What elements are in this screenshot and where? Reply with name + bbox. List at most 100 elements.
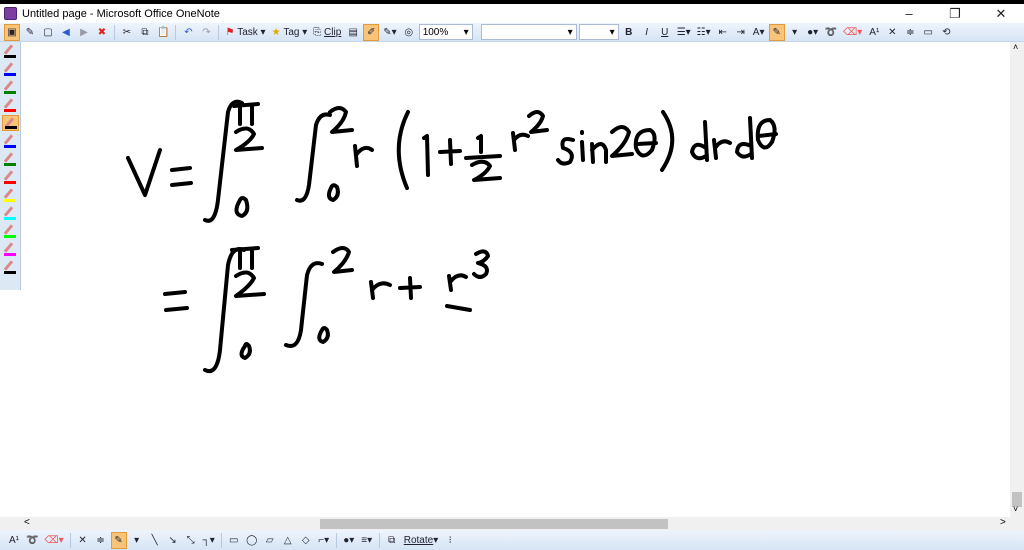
table-icon[interactable]: ▤: [345, 24, 361, 41]
page-view-icon[interactable]: ▣: [4, 23, 20, 41]
pen-swatch[interactable]: [2, 151, 19, 167]
note-canvas[interactable]: [21, 42, 1010, 517]
bullets-icon[interactable]: ☰▾: [675, 24, 693, 41]
pen-swatch[interactable]: [2, 79, 19, 95]
delete-page-icon[interactable]: ✖: [94, 24, 110, 41]
cut-icon[interactable]: ✂: [119, 24, 135, 41]
zoom-value: 100%: [422, 26, 449, 38]
paste-icon[interactable]: 📋: [155, 24, 171, 41]
horizontal-scrollbar[interactable]: < >: [0, 517, 1010, 530]
ink-frac: [464, 134, 502, 182]
zoom-select[interactable]: 100% ▾: [418, 24, 473, 40]
font-color-icon[interactable]: A▾: [751, 24, 767, 41]
bold-button[interactable]: B: [621, 24, 637, 41]
delete-icon[interactable]: ✕: [75, 532, 91, 549]
ink-to-text-icon[interactable]: ⟲: [938, 24, 954, 41]
pen-color-bar: [4, 163, 16, 166]
title-bar: Untitled page - Microsoft Office OneNote…: [0, 4, 1024, 23]
window-title: Untitled page - Microsoft Office OneNote: [22, 7, 220, 20]
pen-swatch[interactable]: [2, 241, 19, 257]
research-icon[interactable]: ◎: [401, 24, 417, 41]
forward-icon[interactable]: ▶: [76, 24, 92, 41]
underline-button[interactable]: U: [657, 24, 673, 41]
tag-button[interactable]: ★ Tag ▾: [270, 24, 310, 41]
undo-icon[interactable]: ↶: [180, 24, 196, 41]
font-select[interactable]: ▾: [480, 24, 577, 40]
pen-swatch[interactable]: [2, 205, 19, 221]
task-label: Task: [237, 26, 258, 38]
new-page-icon[interactable]: ▢: [40, 24, 56, 41]
horizontal-scroll-thumb[interactable]: [320, 519, 668, 529]
ink-integral: [284, 261, 324, 348]
double-arrow-icon[interactable]: ⤡: [183, 532, 199, 549]
pen-swatch[interactable]: [2, 223, 19, 239]
page-icon[interactable]: ▭: [920, 24, 936, 41]
parallelogram-icon[interactable]: ▱: [262, 532, 278, 549]
pen-swatch[interactable]: [2, 97, 19, 113]
scroll-left-arrow[interactable]: <: [24, 517, 30, 528]
triangle-icon[interactable]: △: [280, 532, 296, 549]
scroll-up-arrow[interactable]: ˄: [1013, 42, 1018, 52]
vertical-scrollbar[interactable]: ˄ ˅: [1010, 42, 1024, 530]
pen-swatch[interactable]: [2, 115, 19, 131]
rotate-button[interactable]: Rotate ▾: [402, 532, 441, 549]
redo-icon[interactable]: ↷: [198, 24, 214, 41]
ink-3: [472, 249, 490, 279]
copy-icon[interactable]: ⧉: [137, 24, 153, 41]
eraser-icon[interactable]: ⌫▾: [841, 24, 864, 41]
connector-icon[interactable]: ⌐▾: [316, 532, 332, 549]
ink-i: [580, 130, 585, 162]
minimize-button[interactable]: –: [886, 4, 932, 23]
back-icon[interactable]: ◀: [58, 24, 74, 41]
ink-d: [735, 116, 754, 160]
pen-swatch[interactable]: [2, 61, 19, 77]
task-button[interactable]: ⚑ Task ▾: [223, 24, 267, 41]
diamond-icon[interactable]: ◇: [298, 532, 314, 549]
rectangle-icon[interactable]: ▭: [226, 532, 242, 549]
pen-swatch[interactable]: [2, 43, 19, 59]
lasso-icon[interactable]: ➰: [24, 532, 40, 549]
pen-icon[interactable]: ✎: [110, 531, 127, 549]
clip-button[interactable]: ⎘ Clip: [311, 24, 343, 41]
pen-swatch[interactable]: [2, 133, 19, 149]
scroll-down-arrow[interactable]: ˅: [1013, 504, 1018, 514]
pen-icon: [3, 242, 14, 253]
toolbar-options-icon[interactable]: ⁝: [442, 532, 458, 549]
chevron-down-icon: ▾: [567, 26, 573, 38]
font-size-select[interactable]: ▾: [578, 24, 619, 40]
pin-icon[interactable]: ✎: [22, 24, 38, 41]
insert-space-icon[interactable]: ≑: [93, 532, 109, 549]
pen-color-icon[interactable]: ✎: [768, 23, 785, 41]
axis-icon[interactable]: ┐▾: [201, 532, 217, 549]
pen-color-bar: [4, 235, 16, 238]
scroll-right-arrow[interactable]: >: [1000, 517, 1006, 528]
chevron-down-icon[interactable]: ▾: [787, 24, 803, 41]
line-weight-icon[interactable]: ≡▾: [359, 532, 375, 549]
close-button[interactable]: ✕: [978, 4, 1024, 23]
italic-button[interactable]: I: [639, 24, 655, 41]
ellipse-icon[interactable]: ◯: [244, 532, 260, 549]
ink-frac: [445, 304, 472, 312]
pen-swatch[interactable]: [2, 169, 19, 185]
pen-swatch[interactable]: [2, 187, 19, 203]
pen-mode-icon[interactable]: ✐: [363, 23, 380, 41]
ink-s: [556, 137, 575, 166]
arrange-icon[interactable]: ⧉: [384, 532, 400, 549]
insert-space-icon[interactable]: ≑: [902, 24, 918, 41]
restore-button[interactable]: ❐: [932, 4, 978, 23]
color-picker-icon[interactable]: ●▾: [805, 24, 821, 41]
superscript-button[interactable]: A¹: [866, 24, 882, 41]
decrease-indent-icon[interactable]: ⇤: [715, 24, 731, 41]
delete-icon[interactable]: ✕: [884, 24, 900, 41]
lasso-icon[interactable]: ➰: [823, 24, 839, 41]
numbering-icon[interactable]: ☷▾: [695, 24, 713, 41]
chevron-down-icon[interactable]: ▾: [129, 532, 145, 549]
pen-swatch[interactable]: [2, 259, 19, 275]
eraser-icon[interactable]: ⌫▾: [42, 532, 65, 549]
line-icon[interactable]: ╲: [147, 532, 163, 549]
arrow-icon[interactable]: ↘: [165, 532, 181, 549]
pen-options-icon[interactable]: ✎▾: [381, 24, 398, 41]
increase-indent-icon[interactable]: ⇥: [733, 24, 749, 41]
color-icon[interactable]: ●▾: [341, 532, 357, 549]
superscript-button[interactable]: A¹: [6, 532, 22, 549]
